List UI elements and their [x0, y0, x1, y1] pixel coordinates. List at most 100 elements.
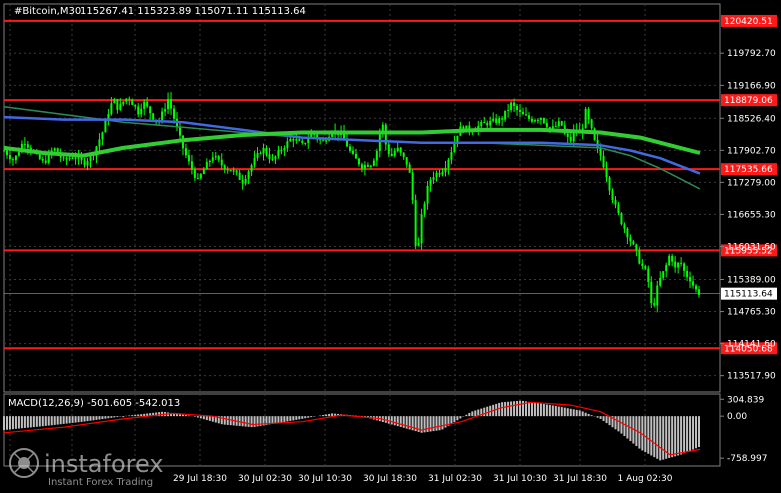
- candle-body: [609, 177, 611, 190]
- macd-histogram-bar: [588, 414, 590, 416]
- candle-body: [283, 148, 285, 150]
- candle-body: [427, 186, 429, 204]
- macd-histogram-bar: [42, 416, 44, 426]
- candle-body: [263, 148, 265, 154]
- macd-histogram-bar: [558, 407, 560, 417]
- candle-body: [322, 140, 324, 141]
- candle-body: [421, 214, 423, 243]
- macd-histogram-bar: [692, 416, 694, 449]
- candle-body: [245, 179, 247, 184]
- macd-histogram-bar: [95, 416, 97, 420]
- macd-histogram-bar: [325, 414, 327, 416]
- macd-histogram-bar: [122, 416, 124, 417]
- candle-body: [72, 158, 74, 159]
- macd-histogram-bar: [388, 416, 390, 423]
- candle-body: [361, 164, 363, 168]
- macd-histogram-bar: [182, 415, 184, 416]
- macd-histogram-bar: [30, 416, 32, 427]
- candle-body: [644, 266, 646, 269]
- instaforex-logo-icon: [10, 449, 38, 477]
- watermark-brand: instaforex: [44, 450, 164, 478]
- macd-histogram-bar: [686, 416, 688, 452]
- candle-body: [510, 103, 512, 110]
- macd-histogram-bar: [501, 402, 503, 416]
- candle-body: [9, 155, 11, 159]
- macd-histogram-bar: [656, 416, 658, 459]
- candle-body: [558, 121, 560, 126]
- macd-histogram-bar: [683, 416, 685, 453]
- candle-body: [528, 115, 530, 119]
- candle-body: [265, 148, 267, 155]
- candle-body: [677, 263, 679, 268]
- macd-histogram-bar: [18, 416, 20, 428]
- candle-body: [203, 169, 205, 174]
- candle-body: [304, 143, 306, 144]
- candle-body: [495, 119, 497, 123]
- candle-body: [647, 269, 649, 282]
- macd-histogram-bar: [301, 416, 303, 419]
- price-tick-label: 117279.00: [727, 178, 776, 188]
- candle-body: [277, 150, 279, 156]
- macd-histogram-bar: [188, 416, 190, 417]
- candle-body: [543, 118, 545, 123]
- macd-histogram-bar: [394, 416, 396, 425]
- price-tick-label: 116031.60: [727, 242, 776, 252]
- candle-body: [665, 265, 667, 271]
- candle-body: [200, 174, 202, 178]
- candle-body: [104, 120, 106, 132]
- macd-histogram-bar: [113, 416, 115, 417]
- macd-histogram-bar: [15, 416, 17, 429]
- candle-body: [403, 153, 405, 157]
- chart-canvas[interactable]: 120420.51118879.06117535.66115955.521140…: [0, 0, 781, 489]
- candle-body: [271, 159, 273, 160]
- candle-body: [194, 169, 196, 178]
- candle-body: [588, 109, 590, 119]
- candle-body: [251, 165, 253, 171]
- candle-body: [224, 165, 226, 169]
- macd-histogram-bar: [617, 416, 619, 431]
- time-axis: 29 Jul 18:3030 Jul 02:3030 Jul 10:3030 J…: [173, 474, 673, 484]
- ma-mid-line: [4, 117, 700, 174]
- candle-body: [394, 151, 396, 156]
- macd-histogram-bar: [695, 416, 697, 448]
- candle-body: [24, 144, 26, 145]
- macd-histogram-bar: [689, 416, 691, 451]
- macd-histogram-bar: [668, 416, 670, 458]
- macd-histogram-bar: [27, 416, 29, 428]
- macd-label: MACD(12,26,9) -501.605 -542.013: [8, 398, 180, 409]
- candle-body: [635, 244, 637, 250]
- candle-body: [400, 148, 402, 153]
- candle-body: [552, 126, 554, 128]
- price-tick-label: 114765.30: [727, 308, 776, 318]
- candle-body: [513, 103, 515, 106]
- candle-body: [230, 170, 232, 171]
- candle-body: [188, 155, 190, 161]
- candle-body: [689, 277, 691, 281]
- candle-body: [620, 213, 622, 224]
- candle-body: [164, 109, 166, 111]
- candle-body: [212, 157, 214, 161]
- candle-body: [197, 178, 199, 179]
- candle-body: [492, 119, 494, 121]
- candle-body: [167, 99, 169, 109]
- macd-histogram-bar: [224, 416, 226, 424]
- macd-histogram-bar: [75, 416, 77, 422]
- chart-ohlc: 115267.41 115323.89 115071.11 115113.64: [80, 6, 306, 17]
- macd-histogram-bar: [609, 416, 611, 425]
- macd-histogram-bar: [251, 416, 253, 427]
- candle-body: [274, 156, 276, 159]
- macd-histogram-bar: [597, 416, 599, 418]
- candle-body: [101, 132, 103, 139]
- candle-body: [137, 107, 139, 115]
- trading-chart[interactable]: 120420.51118879.06117535.66115955.521140…: [0, 0, 781, 489]
- candle-body: [239, 173, 241, 180]
- candle-body: [516, 106, 518, 110]
- macd-histogram-bar: [3, 416, 5, 430]
- macd-histogram-bar: [48, 416, 50, 425]
- candle-body: [480, 122, 482, 126]
- watermark: instaforex Instant Forex Trading: [10, 449, 164, 488]
- candle-body: [433, 177, 435, 180]
- candle-body: [489, 121, 491, 126]
- macd-histogram-bar: [185, 415, 187, 416]
- macd-histogram-bar: [24, 416, 26, 428]
